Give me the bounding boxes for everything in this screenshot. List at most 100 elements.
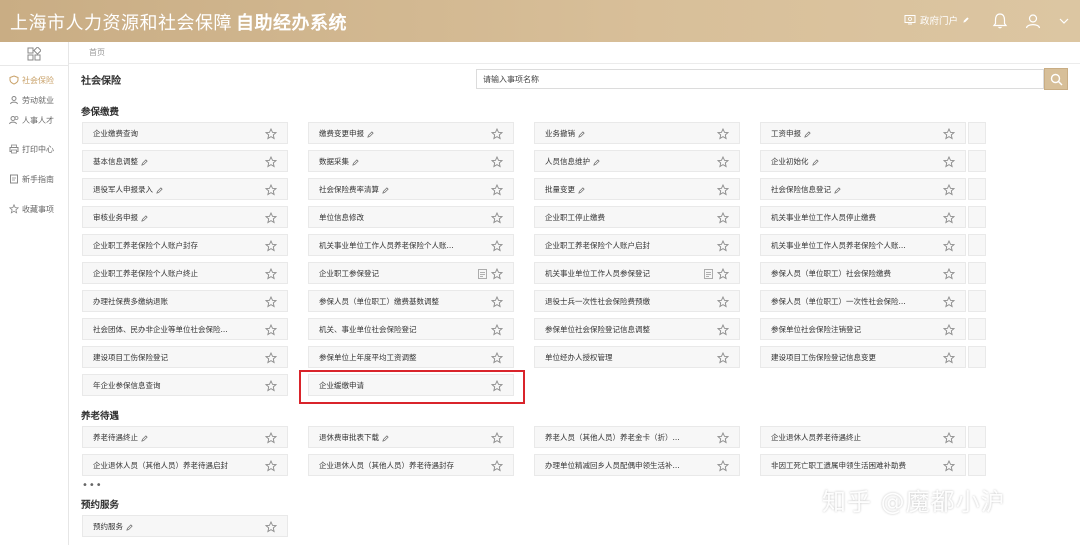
service-item-card[interactable]: 机关事业单位工作人员停止缴费 (760, 206, 966, 228)
service-item-card[interactable]: 参保人员（单位职工）社会保险缴费 (760, 262, 966, 284)
favorite-star-icon[interactable] (717, 432, 729, 444)
service-item-card[interactable]: 工资申报 (760, 122, 966, 144)
favorite-star-icon[interactable] (491, 432, 503, 444)
service-item-card[interactable]: 机关事业单位工作人员养老保险个人账... (760, 234, 966, 256)
service-item-card[interactable]: 退役士兵一次性社会保险费预缴 (534, 290, 740, 312)
service-item-card[interactable]: 企业缴费查询 (82, 122, 288, 144)
search-input[interactable] (476, 69, 1044, 89)
favorite-star-icon[interactable] (491, 156, 503, 168)
sidebar-item-favorites[interactable]: 收藏事项 (9, 202, 54, 216)
favorite-star-icon[interactable] (943, 184, 955, 196)
document-icon[interactable] (704, 269, 713, 279)
favorite-star-icon[interactable] (491, 212, 503, 224)
favorite-star-icon[interactable] (265, 296, 277, 308)
service-item-card[interactable]: 参保人员（单位职工）一次性社会保险... (760, 290, 966, 312)
service-item-card[interactable]: 参保人员（单位职工）缴费基数调整 (308, 290, 514, 312)
favorite-star-icon[interactable] (491, 460, 503, 472)
service-item-card[interactable]: 养老人员（其他人员）养老金卡（折）... (534, 426, 740, 448)
favorite-star-icon[interactable] (943, 460, 955, 472)
service-item-card[interactable]: 缴费变更申报 (308, 122, 514, 144)
service-item-card[interactable]: 企业退休人员（其他人员）养老待遇封存 (308, 454, 514, 476)
favorite-star-icon[interactable] (943, 156, 955, 168)
favorite-star-icon[interactable] (491, 352, 503, 364)
service-item-card[interactable]: 机关事业单位工作人员参保登记 (534, 262, 740, 284)
user-icon[interactable] (1024, 12, 1042, 30)
service-item-card[interactable]: 社会保险费率清算 (308, 178, 514, 200)
service-item-card[interactable]: 企业职工参保登记 (308, 262, 514, 284)
sidebar-item-employment[interactable]: 劳动就业 (9, 93, 54, 107)
service-item-card[interactable]: 年企业参保信息查询 (82, 374, 288, 396)
favorite-star-icon[interactable] (265, 380, 277, 392)
favorite-star-icon[interactable] (943, 268, 955, 280)
service-item-card[interactable]: 机关、事业单位社会保险登记 (308, 318, 514, 340)
favorite-star-icon[interactable] (717, 460, 729, 472)
favorite-star-icon[interactable] (491, 128, 503, 140)
favorite-star-icon[interactable] (943, 240, 955, 252)
favorite-star-icon[interactable] (265, 128, 277, 140)
service-item-card[interactable]: 社会保险信息登记 (760, 178, 966, 200)
service-item-card[interactable]: 企业职工养老保险个人账户封存 (82, 234, 288, 256)
service-item-card[interactable]: 办理社保费多缴纳退账 (82, 290, 288, 312)
more-indicator[interactable]: ••• (82, 480, 103, 491)
service-item-card[interactable]: 数据采集 (308, 150, 514, 172)
favorite-star-icon[interactable] (265, 352, 277, 364)
search-button[interactable] (1044, 68, 1068, 90)
service-item-card[interactable]: 企业退休人员（其他人员）养老待遇启封 (82, 454, 288, 476)
favorite-star-icon[interactable] (265, 156, 277, 168)
favorite-star-icon[interactable] (717, 212, 729, 224)
service-item-card[interactable]: 预约服务 (82, 515, 288, 537)
service-item-card[interactable]: 企业职工停止缴费 (534, 206, 740, 228)
sidebar-item-beginner-guide[interactable]: 新手指南 (9, 172, 54, 186)
bell-icon[interactable] (991, 12, 1009, 30)
service-item-card[interactable]: 建设项目工伤保险登记 (82, 346, 288, 368)
service-item-card[interactable]: 企业职工养老保险个人账户启封 (534, 234, 740, 256)
favorite-star-icon[interactable] (717, 324, 729, 336)
service-item-card[interactable]: 企业职工养老保险个人账户终止 (82, 262, 288, 284)
service-item-card[interactable]: 非因工死亡职工遗属申领生活困难补助费 (760, 454, 966, 476)
breadcrumb-home[interactable]: 首页 (89, 47, 105, 58)
service-item-card[interactable]: 基本信息调整 (82, 150, 288, 172)
favorite-star-icon[interactable] (491, 296, 503, 308)
favorite-star-icon[interactable] (943, 296, 955, 308)
favorite-star-icon[interactable] (943, 324, 955, 336)
favorite-star-icon[interactable] (265, 212, 277, 224)
favorite-star-icon[interactable] (491, 268, 503, 280)
favorite-star-icon[interactable] (943, 128, 955, 140)
service-item-card[interactable]: 企业退休人员养老待遇终止 (760, 426, 966, 448)
favorite-star-icon[interactable] (943, 432, 955, 444)
service-item-card[interactable]: 批量变更 (534, 178, 740, 200)
favorite-star-icon[interactable] (265, 432, 277, 444)
service-item-card[interactable]: 人员信息维护 (534, 150, 740, 172)
favorite-star-icon[interactable] (717, 184, 729, 196)
service-item-card[interactable]: 单位经办人授权管理 (534, 346, 740, 368)
favorite-star-icon[interactable] (717, 156, 729, 168)
service-item-card[interactable]: 办理单位精减回乡人员配偶申领生活补... (534, 454, 740, 476)
service-item-card[interactable]: 参保单位社会保险注销登记 (760, 318, 966, 340)
favorite-star-icon[interactable] (265, 521, 277, 533)
service-item-card[interactable]: 参保单位上年度平均工资调整 (308, 346, 514, 368)
favorite-star-icon[interactable] (491, 324, 503, 336)
favorite-star-icon[interactable] (265, 240, 277, 252)
service-item-card[interactable]: 企业初始化 (760, 150, 966, 172)
sidebar-item-social-insurance[interactable]: 社会保险 (9, 73, 54, 87)
favorite-star-icon[interactable] (265, 460, 277, 472)
favorite-star-icon[interactable] (265, 324, 277, 336)
service-item-card[interactable]: 审核业务申报 (82, 206, 288, 228)
service-item-card[interactable]: 养老待遇终止 (82, 426, 288, 448)
sidebar-item-personnel[interactable]: 人事人才 (9, 113, 54, 127)
service-item-card[interactable]: 参保单位社会保险登记信息调整 (534, 318, 740, 340)
favorite-star-icon[interactable] (943, 352, 955, 364)
service-item-card[interactable]: 单位信息修改 (308, 206, 514, 228)
favorite-star-icon[interactable] (491, 184, 503, 196)
government-portal-link[interactable]: 政府门户 (904, 13, 970, 27)
service-item-card[interactable]: 退役军人申报录入 (82, 178, 288, 200)
service-item-card[interactable]: 退休费审批表下载 (308, 426, 514, 448)
service-item-card[interactable]: 社会团体、民办非企业等单位社会保险... (82, 318, 288, 340)
service-item-card[interactable]: 机关事业单位工作人员养老保险个人账... (308, 234, 514, 256)
favorite-star-icon[interactable] (717, 352, 729, 364)
favorite-star-icon[interactable] (717, 296, 729, 308)
service-item-card[interactable]: 建设项目工伤保险登记信息变更 (760, 346, 966, 368)
favorite-star-icon[interactable] (717, 240, 729, 252)
favorite-star-icon[interactable] (717, 128, 729, 140)
favorite-star-icon[interactable] (717, 268, 729, 280)
